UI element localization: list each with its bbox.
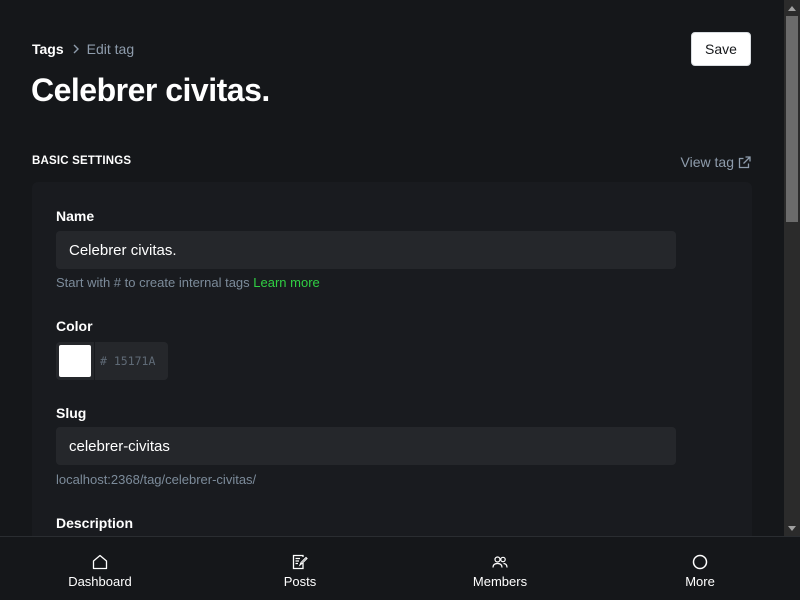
breadcrumb: Tags Edit tag xyxy=(32,40,134,58)
scroll-up-arrow-icon[interactable] xyxy=(784,0,800,16)
view-tag-link[interactable]: View tag xyxy=(681,154,751,170)
members-icon xyxy=(492,553,508,571)
posts-icon xyxy=(292,553,308,571)
external-link-icon xyxy=(738,155,751,168)
page-title: Celebrer civitas. xyxy=(31,72,270,108)
save-button[interactable]: Save xyxy=(691,32,751,66)
nav-dashboard[interactable]: Dashboard xyxy=(0,537,200,600)
name-input[interactable]: Celebrer civitas. xyxy=(56,231,676,269)
bottom-nav: Dashboard Posts Members More xyxy=(0,536,800,600)
view-tag-label: View tag xyxy=(680,154,734,170)
color-swatch xyxy=(59,345,91,377)
nav-members[interactable]: Members xyxy=(400,537,600,600)
section-title: BASIC SETTINGS xyxy=(32,155,132,167)
nav-posts-label: Posts xyxy=(283,573,317,589)
nav-more[interactable]: More xyxy=(600,537,800,600)
breadcrumb-tags-link[interactable]: Tags xyxy=(32,40,64,58)
name-hint: Start with # to create internal tags Lea… xyxy=(56,275,320,290)
name-hint-text: Start with # to create internal tags xyxy=(56,275,250,290)
scrollbar-thumb[interactable] xyxy=(786,16,798,222)
breadcrumb-current: Edit tag xyxy=(86,41,135,57)
name-label: Name xyxy=(56,208,95,224)
learn-more-link[interactable]: Learn more xyxy=(253,275,319,290)
color-hex-input[interactable]: # 15171A xyxy=(95,342,168,380)
slug-url-hint: localhost:2368/tag/celebrer-civitas/ xyxy=(56,472,257,487)
description-label: Description xyxy=(56,515,134,531)
home-icon xyxy=(92,553,108,571)
main-content: Tags Edit tag Celebrer civitas. Save BAS… xyxy=(0,0,784,536)
scrollbar[interactable] xyxy=(784,0,800,536)
circle-icon xyxy=(692,553,708,571)
nav-dashboard-label: Dashboard xyxy=(68,573,132,589)
chevron-right-icon xyxy=(72,44,80,54)
color-label: Color xyxy=(56,318,93,334)
slug-label: Slug xyxy=(56,405,87,421)
nav-posts[interactable]: Posts xyxy=(200,537,400,600)
nav-members-label: Members xyxy=(472,573,528,589)
slug-input[interactable]: celebrer-civitas xyxy=(56,427,676,465)
color-picker[interactable] xyxy=(56,342,94,380)
nav-more-label: More xyxy=(685,573,715,589)
scroll-down-arrow-icon[interactable] xyxy=(784,520,800,536)
